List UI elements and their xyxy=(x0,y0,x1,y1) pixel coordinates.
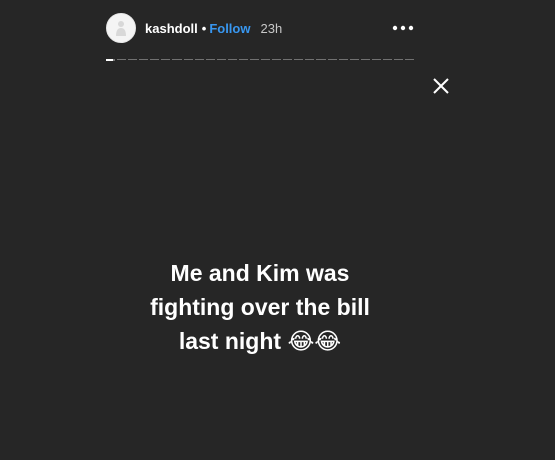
progress-segment xyxy=(194,59,204,60)
story-progress-bar xyxy=(106,59,415,61)
progress-segment xyxy=(405,59,415,60)
caption-line-3: last night 😂😂 xyxy=(110,324,410,359)
progress-segment xyxy=(382,59,393,60)
progress-segment xyxy=(106,59,116,61)
progress-segment xyxy=(327,59,337,60)
story-header: kashdoll • Follow 23h xyxy=(106,12,416,44)
progress-segment xyxy=(172,59,182,60)
close-icon xyxy=(433,78,449,94)
username[interactable]: kashdoll xyxy=(145,21,198,36)
caption-line-1: Me and Kim was xyxy=(170,260,350,286)
progress-segment xyxy=(250,59,260,60)
progress-segment xyxy=(394,59,404,60)
avatar[interactable] xyxy=(106,13,136,43)
progress-segment xyxy=(238,59,249,60)
progress-segment xyxy=(227,59,237,60)
progress-segment xyxy=(272,59,282,60)
progress-segment xyxy=(316,59,326,60)
progress-segment xyxy=(371,59,381,60)
story-viewer: kashdoll • Follow 23h Me and Kim was fig… xyxy=(0,0,555,460)
follow-button[interactable]: Follow xyxy=(209,21,250,36)
progress-segment xyxy=(283,59,293,60)
progress-segment xyxy=(338,59,348,60)
close-button[interactable] xyxy=(431,76,451,96)
progress-segment xyxy=(139,59,149,60)
more-horizontal-icon xyxy=(392,25,414,31)
progress-segment xyxy=(294,59,304,60)
progress-segment xyxy=(150,59,160,60)
progress-segment xyxy=(216,59,226,60)
progress-segment xyxy=(360,59,370,60)
progress-segment xyxy=(305,59,315,60)
caption-line-3-text: last night xyxy=(178,328,282,354)
progress-segment xyxy=(349,59,359,60)
more-options-button[interactable] xyxy=(392,19,416,37)
progress-segment xyxy=(161,59,171,60)
laughing-emoji: 😂😂 xyxy=(287,329,342,355)
story-caption: Me and Kim was fighting over the bill la… xyxy=(110,256,410,359)
progress-fill xyxy=(106,59,114,61)
user-avatar-icon xyxy=(116,21,126,36)
post-time: 23h xyxy=(260,20,283,36)
progress-segment xyxy=(117,59,127,60)
progress-segment xyxy=(128,59,138,60)
progress-segment xyxy=(183,59,193,60)
progress-segment xyxy=(205,59,215,60)
caption-line-2: fighting over the bill xyxy=(150,294,370,320)
progress-segment xyxy=(261,59,271,60)
separator-dot: • xyxy=(201,20,207,36)
